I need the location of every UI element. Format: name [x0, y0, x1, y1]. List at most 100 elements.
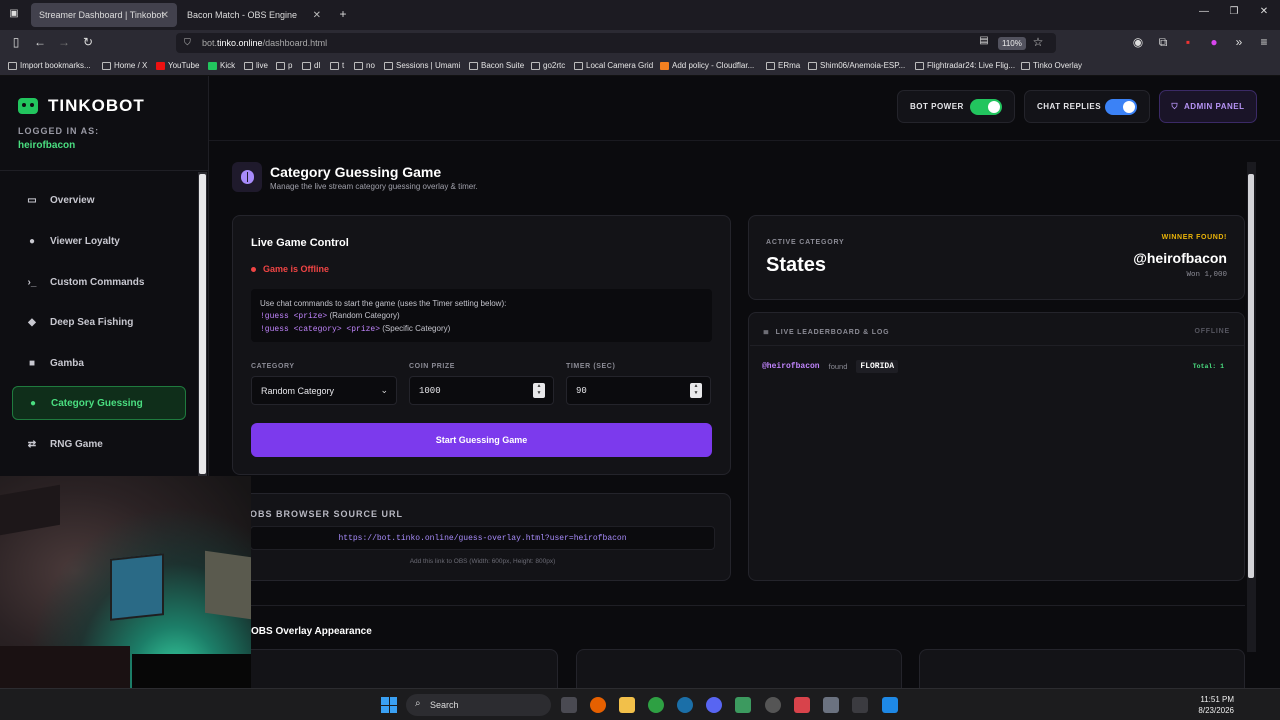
app-icon[interactable]	[765, 697, 781, 713]
bookmark-item[interactable]: go2rtc	[531, 61, 565, 70]
coin-prize-input[interactable]: 1000 ▲ ▼	[409, 376, 554, 405]
task-view-icon[interactable]	[561, 697, 577, 713]
logged-in-label: LOGGED IN AS:	[18, 126, 100, 136]
bookmarks-bar: Import bookmarks... Home / X YouTube Kic…	[0, 56, 1280, 76]
sidebar-item-rng-game[interactable]: ⇄ RNG Game	[12, 427, 186, 461]
brain-icon: ●	[29, 397, 37, 409]
leaderboard-card	[748, 312, 1245, 581]
bookmark-folder[interactable]: dl	[302, 61, 320, 70]
terminal-icon[interactable]	[852, 697, 868, 713]
section-divider	[232, 605, 1245, 606]
forward-icon[interactable]: →	[56, 35, 72, 49]
bookmark-item[interactable]: Tinko Overlay	[1021, 61, 1082, 70]
bookmark-folder[interactable]: live	[244, 61, 268, 70]
overlay-settings-card	[232, 649, 558, 689]
profile-icon[interactable]: ●	[1206, 35, 1222, 49]
taskbar-clock[interactable]: 11:51 PM 8/23/2026	[1198, 694, 1234, 716]
address-bar[interactable]: ⛉ bot. tinko.online/dashboard.html	[176, 33, 1056, 53]
bookmark-item[interactable]: Home / X	[102, 61, 147, 70]
main-scrollbar[interactable]	[1247, 162, 1256, 652]
bookmark-folder[interactable]: no	[354, 61, 375, 70]
bot-power-switch[interactable]	[970, 99, 1002, 115]
tab-bacon-match[interactable]: Bacon Match - OBS Engine ✕	[179, 3, 329, 27]
sidebar-toggle-icon[interactable]: ▯	[8, 35, 24, 49]
brand[interactable]: TINKOBOT	[18, 96, 145, 116]
leaderboard-user: @heirofbacon	[762, 361, 820, 371]
windows-start-icon[interactable]	[381, 697, 397, 713]
bookmark-folder[interactable]: p	[276, 61, 292, 70]
discord-icon[interactable]	[706, 697, 722, 713]
file-explorer-icon[interactable]	[619, 697, 635, 713]
bookmark-item[interactable]: Shim06/Anemoia-ESP...	[808, 61, 905, 70]
timer-label: TIMER (SEC)	[566, 363, 616, 370]
leaderboard-action: found	[828, 361, 848, 371]
app-icon[interactable]	[794, 697, 810, 713]
sidebar: TINKOBOT LOGGED IN AS: heirofbacon ▭ Ove…	[0, 76, 209, 476]
firefox-icon[interactable]	[590, 697, 606, 713]
back-icon[interactable]: ←	[32, 35, 48, 49]
app-icon[interactable]	[823, 697, 839, 713]
close-tab-icon[interactable]: ✕	[313, 10, 321, 21]
start-guessing-game-button[interactable]: Start Guessing Game	[251, 423, 712, 457]
bookmark-star-icon[interactable]: ☆	[1030, 35, 1046, 49]
vscode-icon[interactable]	[882, 697, 898, 713]
new-tab-button[interactable]: +	[335, 7, 351, 21]
bookmark-folder[interactable]: t	[330, 61, 344, 70]
tab-streamer-dashboard[interactable]: Streamer Dashboard | Tinkobot ✕	[31, 3, 177, 27]
bookmark-item[interactable]: Add policy - Cloudflar...	[660, 61, 754, 70]
bookmark-item[interactable]: Bacon Suite	[469, 61, 524, 70]
shield-icon: ⛉	[1171, 101, 1179, 111]
chat-replies-toggle-card: CHAT REPLIES	[1024, 90, 1150, 123]
minimize-icon[interactable]: —	[1196, 6, 1212, 17]
admin-panel-button[interactable]: ⛉ ADMIN PANEL	[1159, 90, 1257, 123]
zoom-level[interactable]: 110%	[998, 37, 1026, 50]
close-tab-icon[interactable]: ✕	[161, 10, 169, 21]
timer-input[interactable]: 90 ▲ ▼	[566, 376, 711, 405]
tab-list-icon[interactable]: ▣	[6, 8, 22, 19]
sidebar-item-overview[interactable]: ▭ Overview	[12, 183, 186, 217]
leaderboard-status: OFFLINE	[1194, 328, 1230, 335]
account-icon[interactable]: ◉	[1130, 35, 1146, 49]
extensions-icon[interactable]: ⧉	[1155, 35, 1171, 50]
steam-icon[interactable]	[677, 697, 693, 713]
active-category-value: States	[766, 254, 827, 276]
active-category-label: ACTIVE CATEGORY	[766, 239, 845, 246]
sidebar-item-deep-sea-fishing[interactable]: ◆ Deep Sea Fishing	[12, 305, 186, 339]
spinner-icon[interactable]: ▲ ▼	[533, 383, 545, 398]
page-title: Category Guessing Game	[270, 164, 442, 180]
fish-icon: ◆	[28, 316, 36, 328]
xbox-icon[interactable]	[648, 697, 664, 713]
bookmark-item[interactable]: ERma	[766, 61, 800, 70]
sidebar-scrollbar[interactable]	[198, 172, 207, 476]
obs-source-url[interactable]: https://bot.tinko.online/guess-overlay.h…	[250, 526, 715, 550]
close-window-icon[interactable]: ✕	[1256, 6, 1272, 17]
dice-icon: ■	[28, 357, 36, 369]
sidebar-item-viewer-loyalty[interactable]: ● Viewer Loyalty	[12, 224, 186, 258]
extension-icon[interactable]: ▪	[1180, 35, 1196, 49]
menu-icon[interactable]: ≡	[1256, 35, 1272, 49]
app-icon[interactable]	[735, 697, 751, 713]
leaderboard-title: ≣ LIVE LEADERBOARD & LOG	[763, 328, 890, 337]
sidebar-item-custom-commands[interactable]: ›_ Custom Commands	[12, 265, 186, 299]
reload-icon[interactable]: ↻	[80, 35, 96, 49]
browser-tab-bar: ▣ Streamer Dashboard | Tinkobot ✕ Bacon …	[0, 0, 1280, 30]
overflow-menu-icon[interactable]: »	[1231, 35, 1247, 49]
bookmark-item[interactable]: Local Camera Grid	[574, 61, 653, 70]
spinner-icon[interactable]: ▲ ▼	[690, 383, 702, 398]
search-icon: ⌕	[415, 698, 421, 709]
webcam-feed	[0, 476, 251, 714]
maximize-icon[interactable]: ❐	[1226, 6, 1242, 17]
taskbar-search[interactable]: ⌕ Search	[406, 694, 551, 716]
category-select[interactable]: Random Category ⌄	[251, 376, 397, 405]
bookmark-item[interactable]: Sessions | Umami	[384, 61, 460, 70]
chat-replies-switch[interactable]	[1105, 99, 1137, 115]
bookmark-item[interactable]: Kick	[208, 61, 235, 70]
sidebar-item-category-guessing[interactable]: ● Category Guessing	[12, 386, 186, 420]
reader-view-icon[interactable]: ▤	[976, 35, 992, 46]
bookmark-item[interactable]: YouTube	[156, 61, 199, 70]
robot-icon	[18, 98, 38, 114]
bookmark-item[interactable]: Flightradar24: Live Flig...	[915, 61, 1015, 70]
sidebar-item-gamba[interactable]: ■ Gamba	[12, 346, 186, 380]
bookmark-item[interactable]: Import bookmarks...	[8, 61, 91, 70]
game-status: Game is Offline	[251, 264, 329, 274]
